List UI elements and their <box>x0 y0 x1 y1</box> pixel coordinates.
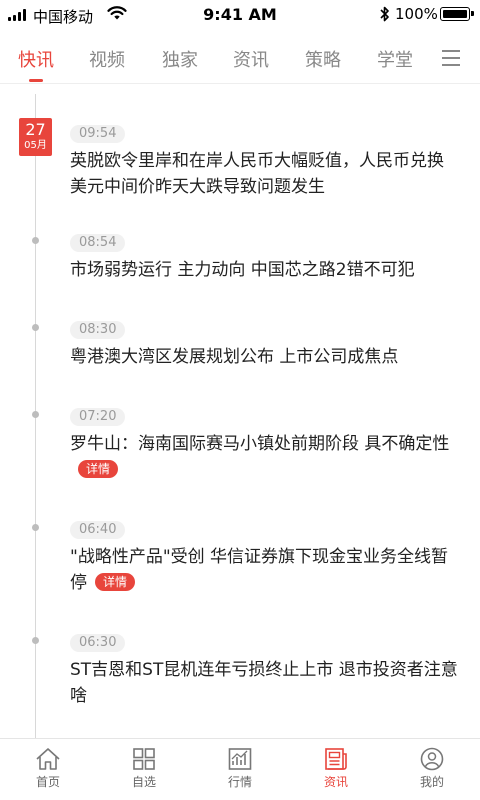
nav-home[interactable]: 首页 <box>0 747 96 790</box>
tab-zixun[interactable]: 资讯 <box>233 46 269 72</box>
nav-label: 首页 <box>35 775 60 789</box>
nav-watchlist[interactable]: 自选 <box>96 747 192 790</box>
timeline-dot <box>32 324 39 331</box>
detail-tag-button[interactable]: 详情 <box>78 460 119 478</box>
news-time: 06:40 <box>70 521 126 539</box>
news-time: 07:20 <box>70 408 126 426</box>
news-time: 08:54 <box>70 234 126 252</box>
nav-news[interactable]: 资讯 <box>288 747 384 790</box>
tab-celue[interactable]: 策略 <box>305 46 341 72</box>
date-day: 27 <box>25 120 46 139</box>
news-headline-text: 罗牛山：海南国际赛马小镇处前期阶段 具不确定性 <box>70 434 450 454</box>
timeline-dot <box>32 237 39 244</box>
tab-kuaixun[interactable]: 快讯 <box>18 46 54 72</box>
battery-percentage: 100% <box>395 5 438 23</box>
battery-icon <box>440 7 474 21</box>
timeline-dot <box>32 637 39 644</box>
bluetooth-icon <box>380 6 389 22</box>
news-headline[interactable]: "战略性产品"受创 华信证券旗下现金宝业务全线暂停 详情 <box>70 544 460 596</box>
nav-label: 我的 <box>419 775 444 789</box>
news-headline[interactable]: ST吉恩和ST昆机连年亏损终止上市 退市投资者注意啥 <box>70 657 460 709</box>
active-tab-indicator <box>29 79 43 82</box>
nav-label: 行情 <box>227 775 252 789</box>
tab-xuetang[interactable]: 学堂 <box>377 46 413 72</box>
nav-profile[interactable]: 我的 <box>384 747 480 790</box>
news-timeline: 27 05月 09:54 英脱欧令里岸和在岸人民币大幅贬值，人民币兑换美元中间价… <box>0 84 480 738</box>
date-month: 05月 <box>24 140 47 151</box>
news-headline[interactable]: 粤港澳大湾区发展规划公布 上市公司成焦点 <box>70 344 460 370</box>
nav-label: 自选 <box>131 775 156 789</box>
tab-dujia[interactable]: 独家 <box>162 46 198 72</box>
news-item[interactable]: 08:30 粤港澳大湾区发展规划公布 上市公司成焦点 <box>70 318 460 370</box>
menu-icon[interactable] <box>442 50 462 66</box>
news-item[interactable]: 07:20 罗牛山：海南国际赛马小镇处前期阶段 具不确定性详情 <box>70 405 460 483</box>
category-tab-bar: 快讯 视频 独家 资讯 策略 学堂 <box>0 30 480 84</box>
timeline-dot <box>32 411 39 418</box>
news-item[interactable]: 08:54 市场弱势运行 主力动向 中国芯之路2错不可犯 <box>70 231 460 283</box>
news-item[interactable]: 09:54 英脱欧令里岸和在岸人民币大幅贬值，人民币兑换美元中间价昨天大跌导致问… <box>70 122 460 200</box>
tab-shipin[interactable]: 视频 <box>89 46 125 72</box>
nav-label: 资讯 <box>323 775 348 789</box>
grid-icon <box>133 748 155 770</box>
news-time: 08:30 <box>70 321 126 339</box>
home-icon <box>36 748 60 770</box>
news-item[interactable]: 06:40 "战略性产品"受创 华信证券旗下现金宝业务全线暂停 详情 <box>70 518 460 596</box>
news-time: 09:54 <box>70 125 126 143</box>
date-badge: 27 05月 <box>19 118 52 156</box>
timeline-dot <box>32 524 39 531</box>
user-icon <box>420 747 444 771</box>
news-time: 06:30 <box>70 634 126 652</box>
status-bar: 中国移动 9:41 AM 100% <box>0 0 480 30</box>
newspaper-icon <box>325 748 347 770</box>
news-item[interactable]: 06:30 ST吉恩和ST昆机连年亏损终止上市 退市投资者注意啥 <box>70 631 460 709</box>
bottom-navigation: 首页 自选 行情 资讯 我的 <box>0 738 480 800</box>
nav-market[interactable]: 行情 <box>192 747 288 790</box>
chart-icon <box>228 748 252 770</box>
detail-tag-button[interactable]: 详情 <box>95 573 136 591</box>
news-headline[interactable]: 市场弱势运行 主力动向 中国芯之路2错不可犯 <box>70 257 460 283</box>
news-headline[interactable]: 罗牛山：海南国际赛马小镇处前期阶段 具不确定性详情 <box>70 431 460 483</box>
news-headline[interactable]: 英脱欧令里岸和在岸人民币大幅贬值，人民币兑换美元中间价昨天大跌导致问题发生 <box>70 148 460 200</box>
